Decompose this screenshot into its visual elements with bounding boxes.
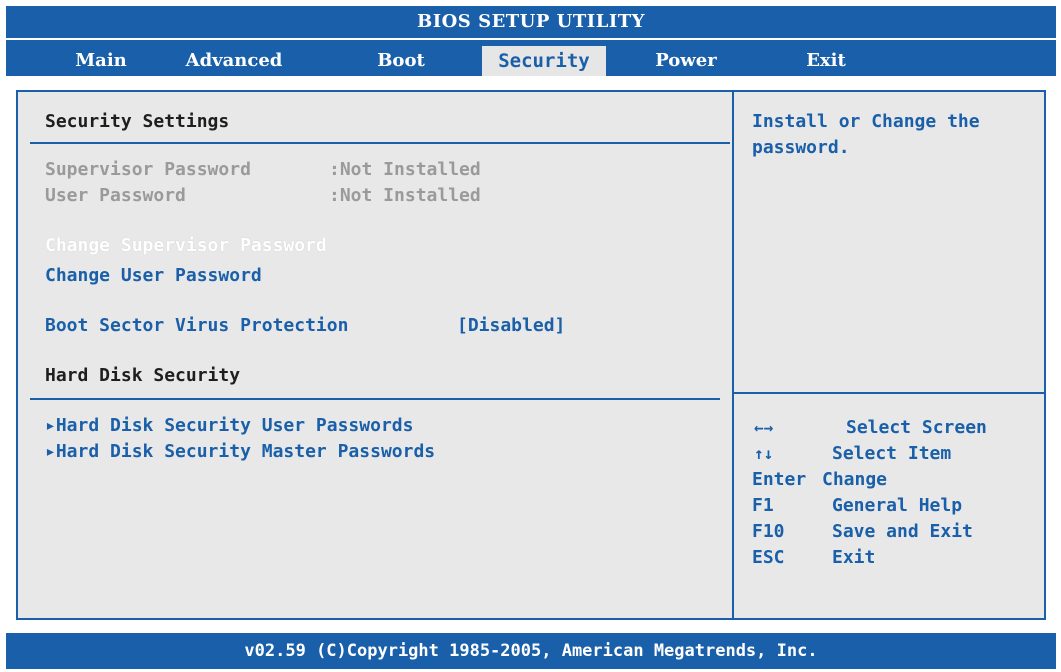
key-help-save-exit: Save and Exit xyxy=(832,521,973,542)
key-help-select-screen: Select Screen xyxy=(846,417,987,438)
copyright-footer: v02.59 (C)Copyright 1985-2005, American … xyxy=(6,633,1056,669)
panel-divider xyxy=(732,92,734,618)
arrows-vertical-icon: ↑↓ xyxy=(754,444,774,463)
bios-screen: BIOS SETUP UTILITY Main Advanced Boot Se… xyxy=(0,0,1061,672)
section-title-hard-disk: Hard Disk Security xyxy=(45,365,241,386)
hdd-master-passwords-submenu[interactable]: ▸Hard Disk Security Master Passwords xyxy=(45,440,435,464)
key-help-change: Change xyxy=(822,469,888,490)
tab-bar: Main Advanced Boot Security Power Exit xyxy=(6,40,1056,76)
tab-boot[interactable]: Boot xyxy=(361,46,441,76)
key-help-exit: Exit xyxy=(832,547,876,568)
supervisor-password-status: :Not Installed xyxy=(329,159,481,180)
key-f1: F1 xyxy=(752,495,774,516)
tab-exit[interactable]: Exit xyxy=(776,46,876,76)
user-password-label: User Password xyxy=(45,185,186,206)
section-underline xyxy=(30,142,730,144)
help-divider xyxy=(734,392,1044,394)
help-text-line1: Install or Change the xyxy=(752,111,980,132)
change-user-password-item[interactable]: Change User Password xyxy=(45,264,262,288)
key-esc: ESC xyxy=(752,547,785,568)
section-title-security: Security Settings xyxy=(45,111,230,132)
change-supervisor-password-item[interactable]: Change Supervisor Password xyxy=(45,234,327,258)
key-enter: Enter xyxy=(752,469,807,490)
hdd-user-passwords-submenu[interactable]: ▸Hard Disk Security User Passwords xyxy=(45,414,413,438)
key-help-select-item: Select Item xyxy=(832,443,952,464)
key-help-general-help: General Help xyxy=(832,495,963,516)
tab-advanced[interactable]: Advanced xyxy=(174,46,294,76)
user-password-status: :Not Installed xyxy=(329,185,481,206)
tab-security[interactable]: Security xyxy=(482,46,606,76)
boot-sector-virus-protection-label[interactable]: Boot Sector Virus Protection xyxy=(45,314,348,338)
supervisor-password-label: Supervisor Password xyxy=(45,159,251,180)
key-f10: F10 xyxy=(752,521,785,542)
tab-power[interactable]: Power xyxy=(636,46,736,76)
help-text-line2: password. xyxy=(752,137,850,158)
app-title: BIOS SETUP UTILITY xyxy=(6,6,1056,38)
boot-sector-virus-protection-value[interactable]: [Disabled] xyxy=(457,314,565,338)
arrows-horizontal-icon: ←→ xyxy=(754,418,774,437)
settings-panel: Security Settings Supervisor Password :N… xyxy=(16,90,1046,620)
tab-main[interactable]: Main xyxy=(56,46,146,76)
hdd-section-underline xyxy=(30,398,720,400)
